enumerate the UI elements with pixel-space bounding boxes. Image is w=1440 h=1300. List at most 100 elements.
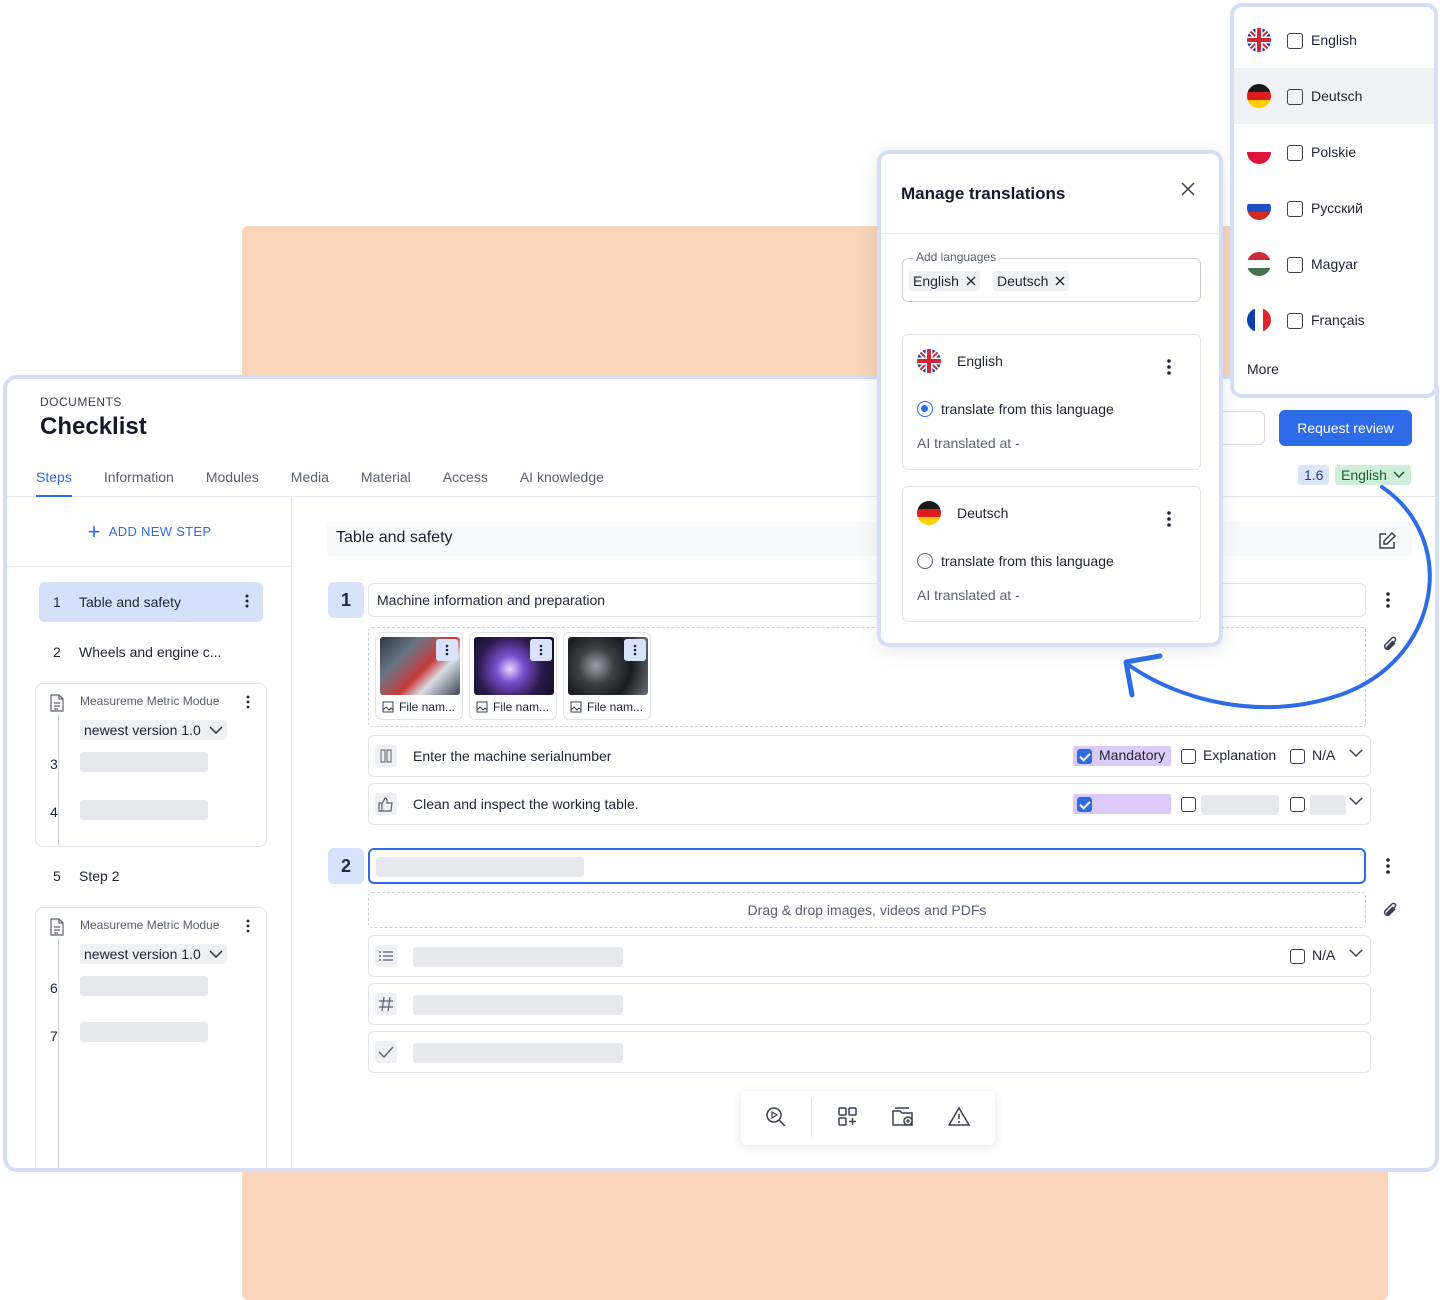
language-checkbox[interactable] (1287, 201, 1303, 217)
request-review-button[interactable]: Request review (1279, 410, 1412, 446)
checklist-row[interactable] (368, 983, 1371, 1025)
kebab-menu-icon[interactable] (436, 639, 458, 661)
checklist-row[interactable]: N/A (368, 935, 1371, 977)
edit-icon[interactable] (1377, 531, 1397, 551)
search-media-icon[interactable] (765, 1106, 787, 1128)
translate-from-label: translate from this language (941, 553, 1114, 569)
step-title-field[interactable] (368, 848, 1366, 884)
na-checkbox[interactable] (1290, 749, 1305, 764)
media-thumbnail[interactable]: File nam... (375, 632, 463, 720)
module-version-select[interactable]: newest version 1.0 (80, 944, 227, 964)
warning-icon[interactable] (948, 1106, 970, 1126)
chevron-down-icon (1393, 471, 1405, 479)
skeleton-placeholder (80, 752, 208, 772)
add-new-step-label: ADD NEW STEP (108, 524, 212, 539)
checklist-row[interactable]: Enter the machine serialnumber Mandatory… (368, 735, 1371, 777)
language-checkbox[interactable] (1287, 257, 1303, 273)
add-folder-icon[interactable] (891, 1106, 915, 1128)
file-name-text: File nam... (399, 700, 456, 714)
explanation-checkbox[interactable] (1181, 749, 1196, 764)
na-checkbox[interactable] (1290, 949, 1305, 964)
paperclip-icon[interactable] (1380, 900, 1400, 920)
language-chip[interactable]: Deutsch (993, 271, 1070, 291)
dropdown-item-francais[interactable]: Français (1234, 292, 1434, 348)
chevron-down-icon[interactable] (1349, 949, 1363, 958)
media-thumbnail[interactable]: File nam... (563, 632, 651, 720)
tab-steps[interactable]: Steps (36, 463, 72, 497)
file-name-text: File nam... (493, 700, 550, 714)
module-version-select[interactable]: newest version 1.0 (80, 720, 227, 740)
kebab-menu-icon[interactable] (246, 919, 250, 933)
image-icon (476, 701, 488, 713)
row-text: Clean and inspect the working table. (413, 796, 639, 812)
language-name: English (957, 353, 1003, 369)
chevron-down-icon[interactable] (1349, 797, 1363, 806)
dropdown-item-magyar[interactable]: Magyar (1234, 236, 1434, 292)
module-step-number: 6 (50, 980, 58, 996)
paperclip-icon[interactable] (1380, 634, 1400, 654)
na-checkbox[interactable] (1290, 797, 1305, 812)
sidebar-step-2[interactable]: 2 Wheels and engine c... (39, 632, 263, 672)
tab-information[interactable]: Information (104, 463, 190, 497)
close-icon[interactable] (966, 276, 976, 286)
modal-title: Manage translations (901, 184, 1066, 203)
media-dropzone[interactable]: Drag & drop images, videos and PDFs (368, 892, 1366, 928)
checklist-row[interactable]: Clean and inspect the working table. (368, 783, 1371, 825)
file-name-text: File nam... (587, 700, 644, 714)
tab-material[interactable]: Material (361, 463, 427, 497)
tab-media[interactable]: Media (291, 463, 345, 497)
dropdown-item-russian[interactable]: Русский (1234, 180, 1434, 236)
kebab-menu-icon[interactable] (624, 639, 646, 661)
steps-sidebar: + ADD NEW STEP 1 Table and safety 2 Whee… (7, 497, 292, 1168)
tab-access[interactable]: Access (443, 463, 504, 497)
kebab-menu-icon[interactable] (1167, 511, 1171, 527)
check-icon (375, 1041, 397, 1063)
dropdown-item-english[interactable]: English (1234, 12, 1434, 68)
module-box[interactable]: Measureme Metric Modue newest version 1.… (35, 683, 267, 847)
explanation-checkbox[interactable] (1181, 797, 1196, 812)
tab-bar: Steps Information Modules Media Material… (36, 463, 636, 497)
mandatory-checkbox[interactable] (1077, 797, 1092, 812)
kebab-menu-icon[interactable] (246, 695, 250, 709)
dropdown-item-polskie[interactable]: Polskie (1234, 124, 1434, 180)
module-box[interactable]: Measureme Metric Modue newest version 1.… (35, 907, 267, 1168)
translate-from-radio[interactable] (917, 401, 933, 417)
translate-from-radio[interactable] (917, 553, 933, 569)
language-card-deutsch: Deutsch translate from this language AI … (902, 486, 1201, 622)
sidebar-step-1[interactable]: 1 Table and safety (39, 582, 263, 622)
close-icon[interactable] (1181, 182, 1195, 196)
sidebar-step-5[interactable]: 5 Step 2 (39, 856, 263, 896)
add-module-icon[interactable] (837, 1106, 859, 1128)
checklist-row[interactable] (368, 1031, 1371, 1073)
translate-from-label: translate from this language (941, 401, 1114, 417)
add-languages-input[interactable]: Add languages English Deutsch (902, 250, 1201, 302)
uk-flag-icon (1247, 28, 1271, 52)
dropdown-item-deutsch[interactable]: Deutsch (1234, 68, 1434, 124)
kebab-menu-icon[interactable] (1386, 592, 1390, 608)
media-thumbnail[interactable]: File nam... (469, 632, 557, 720)
step-number: 5 (53, 868, 61, 884)
language-label: Русский (1311, 200, 1363, 216)
mandatory-checkbox[interactable] (1077, 749, 1092, 764)
breadcrumb[interactable]: DOCUMENTS (40, 395, 122, 409)
header-input[interactable] (1217, 411, 1265, 445)
tab-ai-knowledge[interactable]: AI knowledge (520, 463, 620, 497)
kebab-menu-icon[interactable] (530, 639, 552, 661)
kebab-menu-icon[interactable] (1386, 858, 1390, 874)
step-badge: 2 (328, 848, 364, 884)
german-flag-icon (917, 501, 941, 525)
add-new-step-button[interactable]: + ADD NEW STEP (7, 497, 292, 567)
language-selector[interactable]: English (1335, 465, 1411, 485)
chevron-down-icon[interactable] (1349, 749, 1363, 758)
language-chip[interactable]: English (909, 271, 980, 291)
language-checkbox[interactable] (1287, 89, 1303, 105)
language-checkbox[interactable] (1287, 145, 1303, 161)
close-icon[interactable] (1055, 276, 1065, 286)
more-languages-link[interactable]: More (1247, 361, 1279, 377)
kebab-menu-icon[interactable] (1167, 359, 1171, 375)
section-title: Table and safety (336, 529, 453, 546)
language-checkbox[interactable] (1287, 313, 1303, 329)
kebab-menu-icon[interactable] (245, 593, 249, 609)
language-checkbox[interactable] (1287, 33, 1303, 49)
tab-modules[interactable]: Modules (206, 463, 275, 497)
